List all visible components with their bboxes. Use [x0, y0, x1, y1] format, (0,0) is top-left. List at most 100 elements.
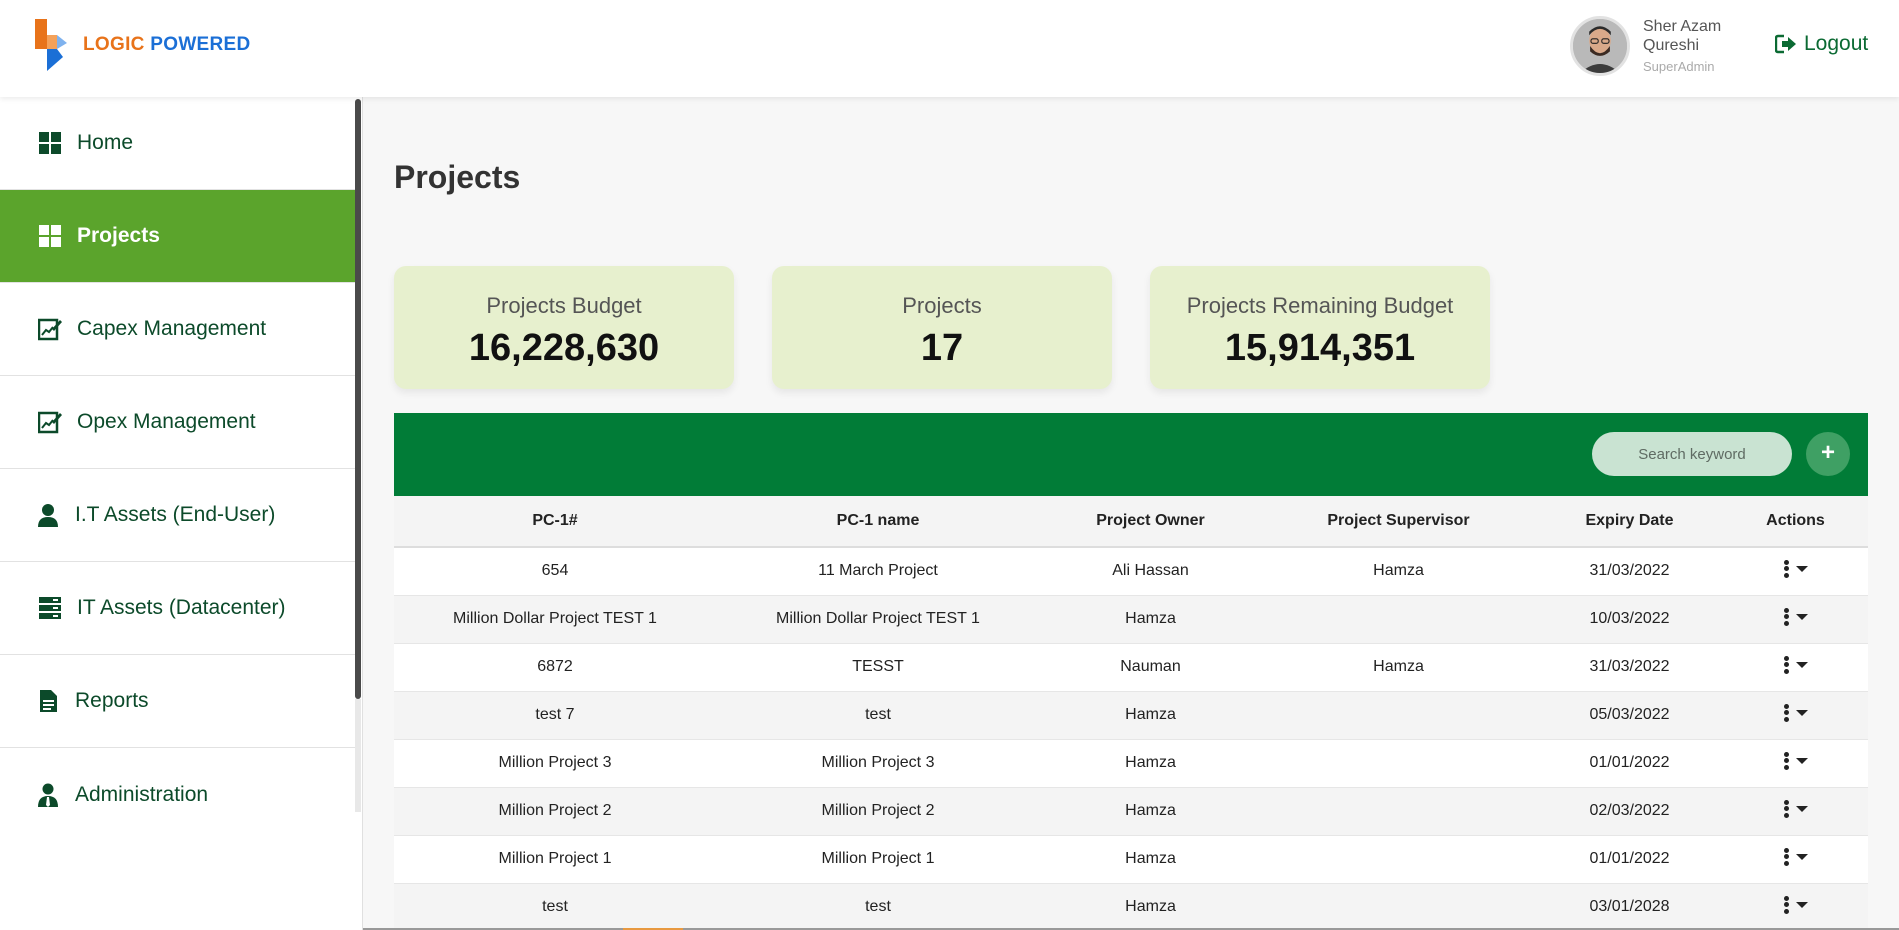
- logout-button[interactable]: Logout: [1775, 32, 1868, 56]
- more-vertical-icon: [1783, 846, 1790, 867]
- actions-dropdown-button[interactable]: [1783, 654, 1808, 675]
- table-cell: 03/01/2028: [1536, 883, 1723, 930]
- summary-card-budget: Projects Budget 16,228,630: [394, 266, 734, 389]
- column-header[interactable]: Project Supervisor: [1261, 496, 1536, 548]
- table-cell: [1261, 595, 1536, 644]
- table-cell: Nauman: [1040, 643, 1261, 692]
- column-header[interactable]: Expiry Date: [1536, 496, 1723, 548]
- add-project-button[interactable]: +: [1806, 432, 1850, 476]
- table-cell: test: [394, 883, 716, 930]
- search-input[interactable]: [1592, 432, 1792, 476]
- more-vertical-icon: [1783, 894, 1790, 915]
- user-profile[interactable]: Sher Azam Qureshi SuperAdmin: [1570, 16, 1743, 76]
- actions-cell: [1723, 547, 1868, 596]
- table-cell: Hamza: [1040, 883, 1261, 930]
- table-row[interactable]: test test Hamza 03/01/2028: [394, 883, 1868, 930]
- table-cell: Hamza: [1040, 595, 1261, 644]
- card-label: Projects Budget: [486, 293, 642, 318]
- actions-dropdown-button[interactable]: [1783, 894, 1808, 915]
- sidebar-item-label: Opex Management: [77, 410, 256, 433]
- sidebar-scroll-track[interactable]: [355, 699, 361, 812]
- sidebar-item-label: I.T Assets (End-User): [75, 503, 276, 526]
- sidebar-item-reports[interactable]: Reports: [0, 655, 356, 748]
- table-toolbar: +: [394, 413, 1868, 496]
- actions-dropdown-button[interactable]: [1783, 798, 1808, 819]
- top-header: LOGIC POWERED Sher Azam Qureshi SuperAdm…: [0, 0, 1899, 97]
- table-row[interactable]: Million Dollar Project TEST 1 Million Dol…: [394, 595, 1868, 644]
- actions-cell: [1723, 739, 1868, 788]
- caret-down-icon: [1795, 805, 1808, 812]
- actions-dropdown-button[interactable]: [1783, 606, 1808, 627]
- user-name: Sher Azam Qureshi: [1643, 18, 1722, 54]
- logout-label: Logout: [1804, 32, 1869, 55]
- table-cell: Hamza: [1040, 787, 1261, 836]
- sidebar-item-label: Administration: [75, 782, 209, 806]
- projects-table: PC-1# PC-1 name Project Owner Project Su…: [394, 496, 1868, 930]
- edit-chart-icon: [37, 409, 63, 435]
- table-cell: 31/03/2022: [1536, 643, 1723, 692]
- card-label: Projects: [902, 293, 982, 318]
- page-title: Projects: [394, 159, 521, 195]
- table-cell: 05/03/2022: [1536, 691, 1723, 740]
- sidebar-item-home[interactable]: Home: [0, 97, 356, 190]
- table-cell: test: [716, 883, 1040, 930]
- document-icon: [35, 688, 61, 714]
- brand-name: LOGIC POWERED: [83, 34, 251, 55]
- summary-card-projects: Projects 17: [772, 266, 1112, 389]
- column-header[interactable]: Project Owner: [1040, 496, 1261, 548]
- table-cell: [1261, 787, 1536, 836]
- actions-dropdown-button[interactable]: [1783, 750, 1808, 771]
- sidebar-item-label: Capex Management: [77, 317, 267, 340]
- sidebar-item-administration[interactable]: Administration: [0, 748, 356, 841]
- sidebar-item-it-assets-datacenter[interactable]: IT Assets (Datacenter): [0, 562, 356, 655]
- actions-cell: [1723, 787, 1868, 836]
- logout-icon: [1775, 34, 1796, 54]
- table-cell: Million Project 3: [394, 739, 716, 788]
- table-cell: [1261, 739, 1536, 788]
- table-cell: Hamza: [1040, 739, 1261, 788]
- table-cell: 6872: [394, 643, 716, 692]
- actions-dropdown-button[interactable]: [1783, 846, 1808, 867]
- table-row[interactable]: Million Project 3 Million Project 3 Hamza 0…: [394, 739, 1868, 788]
- card-value: 15,914,351: [1224, 327, 1416, 369]
- caret-down-icon: [1795, 565, 1808, 572]
- sidebar-item-label: IT Assets (Datacenter): [77, 596, 286, 619]
- card-value: 16,228,630: [468, 327, 660, 369]
- caret-down-icon: [1795, 661, 1808, 668]
- table-cell: Million Project 2: [716, 787, 1040, 836]
- caret-down-icon: [1795, 901, 1808, 908]
- user-avatar[interactable]: [1570, 16, 1630, 76]
- sidebar-item-opex[interactable]: Opex Management: [0, 376, 356, 469]
- server-icon: [37, 595, 63, 621]
- table-row[interactable]: test 7 test Hamza 05/03/2022: [394, 691, 1868, 740]
- column-header[interactable]: PC-1#: [394, 496, 716, 548]
- caret-down-icon: [1795, 757, 1808, 764]
- table-cell: 31/03/2022: [1536, 547, 1723, 596]
- column-header[interactable]: PC-1 name: [716, 496, 1040, 548]
- table-row[interactable]: Million Project 1 Million Project 1 Hamza 0…: [394, 835, 1868, 884]
- table-cell: [1261, 691, 1536, 740]
- table-row[interactable]: Million Project 2 Million Project 2 Hamza 0…: [394, 787, 1868, 836]
- sidebar-item-capex[interactable]: Capex Management: [0, 283, 356, 376]
- more-vertical-icon: [1783, 558, 1790, 579]
- table-cell: 02/03/2022: [1536, 787, 1723, 836]
- actions-dropdown-button[interactable]: [1783, 558, 1808, 579]
- card-label: Projects Remaining Budget: [1186, 293, 1454, 318]
- table-cell: Hamza: [1040, 691, 1261, 740]
- table-row[interactable]: 654 11 March Project Ali Hassan Hamza 31/03/…: [394, 547, 1868, 596]
- caret-down-icon: [1795, 709, 1808, 716]
- more-vertical-icon: [1783, 654, 1790, 675]
- card-value: 17: [920, 327, 964, 369]
- sidebar-item-projects[interactable]: Projects: [0, 190, 356, 283]
- table-cell: 654: [394, 547, 716, 596]
- sidebar-scrollbar[interactable]: [355, 99, 361, 699]
- table-row[interactable]: 6872 TESST Nauman Hamza 31/03/2022: [394, 643, 1868, 692]
- table-cell: Million Project 1: [394, 835, 716, 884]
- column-header: Actions: [1723, 496, 1868, 548]
- table-cell: [1261, 835, 1536, 884]
- sidebar-item-it-assets-end-user[interactable]: I.T Assets (End-User): [0, 469, 356, 562]
- brand-logo[interactable]: LOGIC POWERED: [33, 19, 251, 71]
- table-cell: Ali Hassan: [1040, 547, 1261, 596]
- actions-dropdown-button[interactable]: [1783, 702, 1808, 723]
- table-cell: 11 March Project: [716, 547, 1040, 596]
